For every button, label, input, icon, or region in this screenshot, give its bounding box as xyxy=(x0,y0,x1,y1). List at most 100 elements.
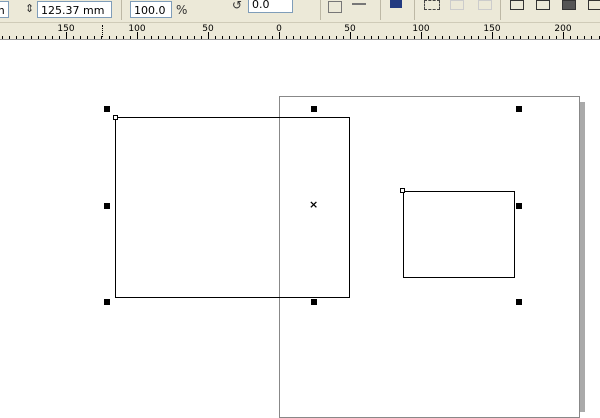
separator xyxy=(414,0,415,20)
object-width-field[interactable]: m xyxy=(0,1,9,18)
wrap-text-icon[interactable] xyxy=(390,0,402,8)
width-value: m xyxy=(0,4,5,17)
ruler-tick xyxy=(464,36,465,39)
ruler-tick xyxy=(229,36,230,39)
ruler-tick xyxy=(414,36,415,39)
selection-handle-top-left[interactable] xyxy=(104,106,110,112)
drawing-canvas[interactable]: × xyxy=(0,40,600,418)
ruler-tick xyxy=(87,36,88,39)
ruler-tick xyxy=(45,36,46,39)
ruler-tick xyxy=(73,36,74,39)
ruler-label: 50 xyxy=(344,24,356,34)
ruler-tick xyxy=(201,36,202,39)
trim-icon[interactable] xyxy=(562,0,576,10)
ruler-tick xyxy=(215,36,216,39)
ruler-tick xyxy=(407,36,408,39)
weld-icon[interactable] xyxy=(536,0,550,10)
rectangle-shape-small[interactable] xyxy=(403,191,515,278)
scale-field[interactable]: 100.0 xyxy=(130,1,172,18)
separator xyxy=(500,0,501,20)
ruler-tick xyxy=(293,36,294,39)
ungroup-icon[interactable] xyxy=(450,0,464,10)
ruler-tick xyxy=(187,36,188,39)
combine-icon[interactable] xyxy=(510,0,524,10)
ungroup-all-icon[interactable] xyxy=(478,0,492,10)
ruler-tick xyxy=(478,36,479,39)
ruler-tick xyxy=(123,36,124,39)
ruler-tick xyxy=(577,36,578,39)
ruler-tick xyxy=(80,36,81,39)
ruler-tick xyxy=(371,36,372,39)
ruler-tick xyxy=(513,36,514,39)
ruler-tick xyxy=(52,36,53,39)
selection-handle-bottom[interactable] xyxy=(311,299,317,305)
ruler-tick xyxy=(329,36,330,39)
ruler-tick xyxy=(584,36,585,39)
ruler-tick xyxy=(165,36,166,39)
separator xyxy=(380,0,381,20)
ruler-tick xyxy=(109,36,110,39)
rotation-field[interactable]: 0.0 xyxy=(248,0,293,13)
ruler-tick xyxy=(222,36,223,39)
ruler-tick xyxy=(265,36,266,39)
ruler-tick xyxy=(144,36,145,39)
ruler-tick xyxy=(549,36,550,39)
rotation-value: 0.0 xyxy=(252,0,270,11)
height-icon: ⇕ xyxy=(25,2,35,15)
ruler-tick xyxy=(2,36,3,39)
ruler-tick xyxy=(535,36,536,39)
ruler-tick xyxy=(506,36,507,39)
ruler-tick xyxy=(528,36,529,39)
ruler-tick xyxy=(130,36,131,39)
ruler-tick xyxy=(435,36,436,39)
ruler-tick xyxy=(556,36,557,39)
ruler-tick xyxy=(457,36,458,39)
ruler-tick xyxy=(315,36,316,39)
ruler-tick xyxy=(386,36,387,39)
mirror-vertical-icon[interactable] xyxy=(352,3,366,13)
ruler-tick xyxy=(485,36,486,39)
ruler-tick xyxy=(286,36,287,39)
ruler-tick xyxy=(499,36,500,39)
object-height-field[interactable]: 125.37 mm xyxy=(37,1,112,18)
height-value: 125.37 mm xyxy=(41,4,105,17)
center-x-icon[interactable]: × xyxy=(309,198,318,212)
ruler-tick xyxy=(94,36,95,39)
ruler-tick xyxy=(194,36,195,39)
ruler-tick xyxy=(393,36,394,39)
ruler-tick xyxy=(300,36,301,39)
ruler-tick xyxy=(449,36,450,39)
selection-handle-left[interactable] xyxy=(104,203,110,209)
ruler-tick xyxy=(158,36,159,39)
selection-handle-top-right[interactable] xyxy=(516,106,522,112)
selection-handle-top[interactable] xyxy=(311,106,317,112)
group-icon[interactable] xyxy=(424,0,440,10)
ruler-tick xyxy=(591,36,592,39)
ruler-cursor-marker xyxy=(102,25,103,37)
ruler-label: 100 xyxy=(128,24,146,34)
property-bar: m ⇕ 125.37 mm 100.0 % ↺ 0.0 xyxy=(0,0,600,23)
ruler-tick xyxy=(400,36,401,39)
node-handle[interactable] xyxy=(113,115,118,120)
ruler-tick xyxy=(357,36,358,39)
ruler-tick xyxy=(570,36,571,39)
ruler-tick xyxy=(307,36,308,39)
ruler-tick xyxy=(16,36,17,39)
ruler-tick xyxy=(520,36,521,39)
selection-handle-bottom-left[interactable] xyxy=(104,299,110,305)
intersect-icon[interactable] xyxy=(588,0,600,10)
ruler-tick xyxy=(9,36,10,39)
ruler-tick xyxy=(364,36,365,39)
ruler-tick xyxy=(322,36,323,39)
scale-value: 100.0 xyxy=(134,4,166,17)
selection-handle-right[interactable] xyxy=(516,203,522,209)
ruler-label: 0 xyxy=(276,24,282,34)
horizontal-ruler[interactable]: 150 100 50 0 50 100 150 200 xyxy=(0,23,600,40)
mirror-horizontal-icon[interactable] xyxy=(328,1,342,13)
ruler-label: 200 xyxy=(554,24,572,34)
ruler-tick xyxy=(542,36,543,39)
node-handle[interactable] xyxy=(400,188,405,193)
selection-handle-bottom-right[interactable] xyxy=(516,299,522,305)
ruler-label: 100 xyxy=(412,24,430,34)
ruler-label: 150 xyxy=(57,24,75,34)
